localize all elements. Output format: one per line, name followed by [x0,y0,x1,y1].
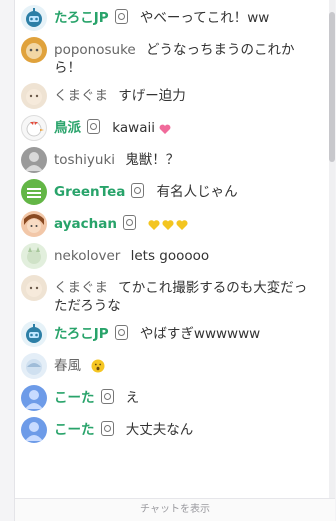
chat-message-text: え [125,390,140,406]
chat-footer: チャットを表示 [15,498,335,521]
chat-message-text: やばすぎwwwwww [139,326,261,342]
chat-message-list[interactable]: たろこJP やべーってこれ！ww poponosuke どうなっちまうのこれから… [15,2,323,446]
chat-message-text: lets gooooo [130,248,210,264]
chat-message: くまぐま すげー迫力 [15,80,323,112]
chat-author-name[interactable]: たろこJP [54,326,109,342]
chat-author-name[interactable]: poponosuke [54,42,136,58]
moderator-badge-icon [100,421,114,436]
person-avatar[interactable] [21,417,47,443]
sparkle-heart-icon [159,122,171,140]
chat-author-name[interactable]: 春風 [54,358,81,374]
moderator-badge-icon [87,119,100,134]
user-avatar[interactable] [21,83,47,109]
user-avatar[interactable] [21,37,47,63]
moderator-badge-icon [100,389,114,404]
user-avatar[interactable] [21,275,47,301]
chat-author-name[interactable]: GreenTea [54,184,125,200]
chat-message: たろこJP やべーってこれ！ww [15,2,323,34]
cat-avatar[interactable] [21,243,47,269]
chat-message: poponosuke どうなっちまうのこれから！ [15,34,323,80]
chat-author-name[interactable]: こーた [54,390,95,406]
chat-message-text: 大丈夫なん [125,422,194,438]
chat-author-name[interactable]: 鳥派 [54,120,81,136]
chat-message: ayachan [15,208,323,240]
chat-message: たろこJP やばすぎwwwwww [15,318,323,350]
chat-author-name[interactable]: nekolover [54,248,120,264]
moderator-badge-icon [131,183,145,198]
chat-author-name[interactable]: くまぐま [54,88,108,104]
chat-author-name[interactable]: ayachan [54,216,117,232]
chat-panel: たろこJP やべーってこれ！ww poponosuke どうなっちまうのこれから… [14,0,335,521]
chat-message-text: 有名人じゃん [156,184,238,200]
moderator-badge-icon [122,215,136,230]
moderator-badge-icon [114,9,128,24]
chat-message: こーた え [15,382,323,414]
chat-message-text: すげー迫力 [118,88,186,104]
chat-message: toshiyuki 鬼獣！？ [15,144,323,176]
chat-author-name[interactable]: たろこJP [54,10,109,26]
leaf-avatar[interactable] [21,179,47,205]
chat-message: こーた 大丈夫なん [15,414,323,446]
moderator-badge-icon [114,325,128,340]
scrollbar-thumb[interactable] [329,12,335,162]
chat-author-name[interactable]: toshiyuki [54,152,115,168]
chat-message: 鳥派 kawaii [15,112,323,144]
robot-avatar[interactable] [21,5,47,31]
chat-message: nekolover lets gooooo [15,240,323,272]
blue-avatar[interactable] [21,353,47,379]
person-avatar[interactable] [21,385,47,411]
chat-message: くまぐま てかこれ撮影するのも大変だっただろうな [15,272,323,318]
chat-message-text: kawaii [112,120,155,136]
robot-avatar[interactable] [21,321,47,347]
yellow-hearts-icon [148,218,192,236]
chat-author-name[interactable]: こーた [54,422,95,438]
chat-message-text: やべーってこれ！ww [139,10,270,26]
chat-scrollbar[interactable] [329,0,335,521]
surprised-face-icon [91,359,105,378]
girl-avatar[interactable] [21,211,47,237]
user-avatar[interactable] [21,147,47,173]
chat-message-text: 鬼獣！？ [125,152,180,168]
bird-avatar[interactable] [21,115,47,141]
chat-message: GreenTea 有名人じゃん [15,176,323,208]
chat-message: 春風 [15,350,323,382]
chat-author-name[interactable]: くまぐま [54,280,108,296]
